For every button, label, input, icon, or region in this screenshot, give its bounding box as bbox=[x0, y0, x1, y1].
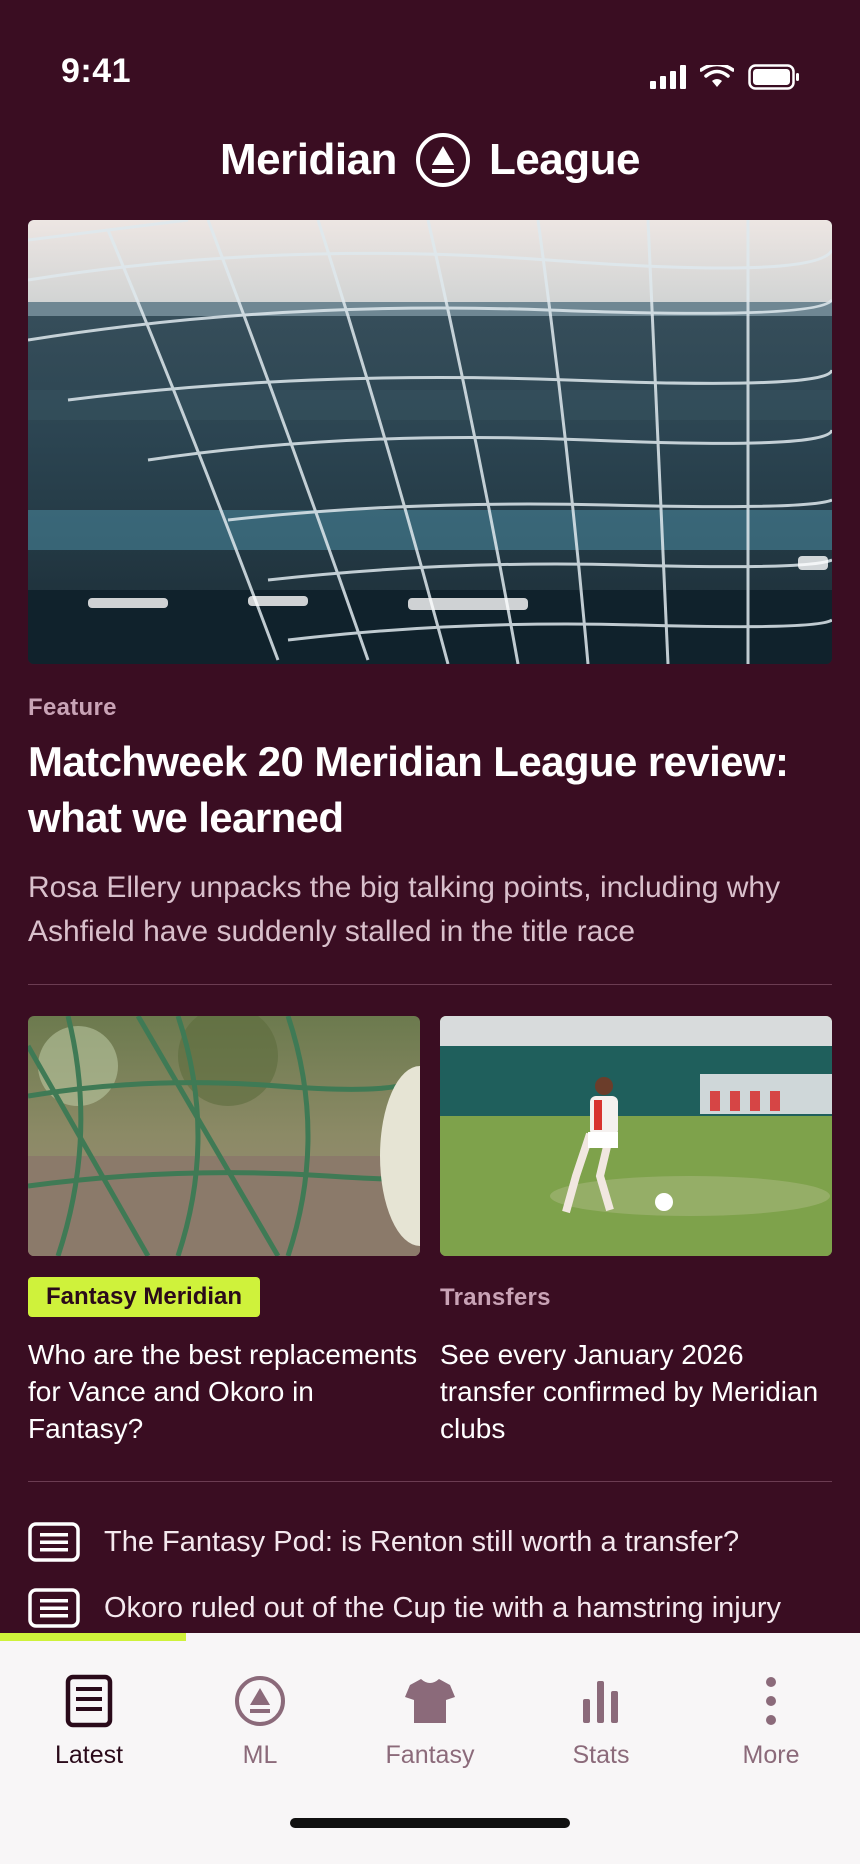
divider bbox=[28, 1481, 832, 1482]
bar-chart-icon bbox=[583, 1681, 618, 1723]
hero-summary: Rosa Ellery unpacks the big talking poin… bbox=[28, 871, 781, 948]
status-bar: 9:41 bbox=[0, 0, 860, 140]
player-photo bbox=[440, 1016, 832, 1256]
card-image-transfers[interactable] bbox=[440, 1016, 832, 1256]
battery-icon bbox=[748, 64, 799, 90]
brand-name-left: Meridian bbox=[220, 135, 397, 184]
card-image-fantasy[interactable] bbox=[28, 1016, 420, 1256]
tab-more[interactable]: More bbox=[685, 1651, 857, 1771]
article-icon bbox=[28, 1522, 80, 1562]
list-item[interactable]: Okoro ruled out of the Cup tie with a ha… bbox=[28, 1588, 781, 1628]
tab-fantasy[interactable]: Fantasy bbox=[344, 1651, 516, 1771]
card-title-fantasy[interactable]: Who are the best replacements for Vance … bbox=[28, 1336, 420, 1447]
league-logo-icon bbox=[235, 1676, 285, 1726]
badge-fantasy-meridian: Fantasy Meridian bbox=[28, 1277, 261, 1317]
tab-latest[interactable]: Latest bbox=[3, 1651, 175, 1771]
home-indicator[interactable] bbox=[290, 1818, 570, 1828]
divider bbox=[28, 984, 832, 985]
article-icon bbox=[28, 1588, 80, 1628]
app-header: Meridian League bbox=[0, 128, 860, 192]
shirt-icon bbox=[405, 1679, 455, 1723]
wifi-icon bbox=[700, 65, 734, 87]
tab-stats[interactable]: Stats bbox=[515, 1651, 687, 1771]
hero-title[interactable]: Matchweek 20 Meridian League review: wha… bbox=[28, 734, 832, 846]
list-item-text: The Fantasy Pod: is Renton still worth a… bbox=[104, 1525, 740, 1558]
card-kicker-transfers: Transfers bbox=[440, 1284, 551, 1311]
hero-kicker: Feature bbox=[28, 694, 117, 721]
tab-label: Latest bbox=[54, 1741, 124, 1769]
hero-image[interactable] bbox=[28, 220, 832, 664]
goal-net-photo bbox=[28, 220, 832, 664]
status-icons bbox=[650, 64, 800, 90]
scroll-progress-bar bbox=[0, 1633, 186, 1641]
bottom-tab-bar: Latest ML Fantasy Stats More bbox=[0, 1633, 860, 1864]
list-item[interactable]: The Fantasy Pod: is Renton still worth a… bbox=[28, 1522, 739, 1562]
net-ball-photo bbox=[28, 1016, 420, 1256]
more-vertical-icon bbox=[766, 1677, 776, 1725]
tab-label: Stats bbox=[572, 1741, 630, 1769]
status-time: 9:41 bbox=[61, 52, 132, 90]
list-item-text: Okoro ruled out of the Cup tie with a ha… bbox=[104, 1591, 781, 1624]
brand-name-right: League bbox=[488, 135, 641, 184]
tab-label: ML bbox=[242, 1741, 278, 1769]
article-icon bbox=[65, 1674, 113, 1728]
tab-label: More bbox=[742, 1741, 800, 1769]
tab-label: Fantasy bbox=[385, 1741, 475, 1769]
league-logo-icon bbox=[415, 133, 470, 187]
signal-icon bbox=[650, 65, 686, 89]
card-title-transfers[interactable]: See every January 2026 transfer confirme… bbox=[440, 1336, 832, 1447]
tab-ml[interactable]: ML bbox=[174, 1651, 346, 1771]
